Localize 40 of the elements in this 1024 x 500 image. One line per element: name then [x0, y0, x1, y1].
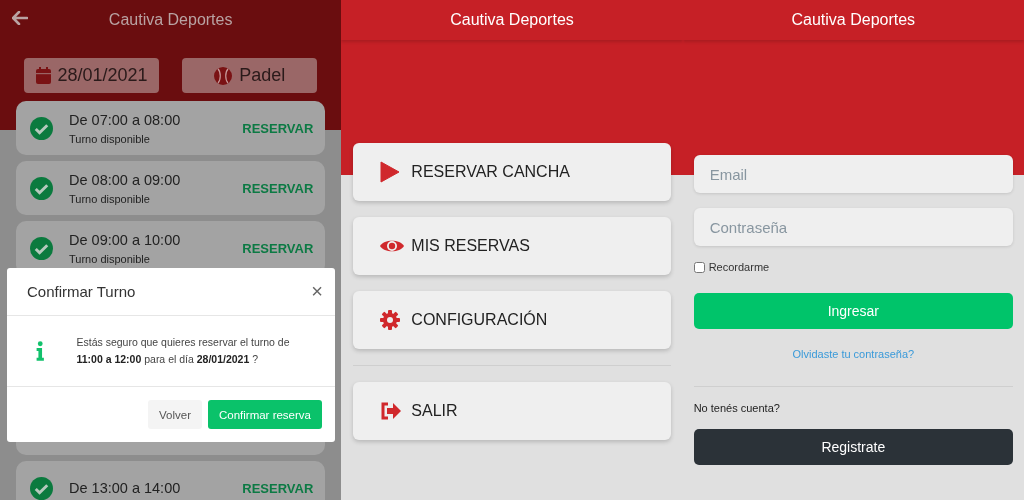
slot-card[interactable]: De 13:00 a 14:00 RESERVAR [16, 461, 326, 500]
signup-prompt: No tenés cuenta? [693, 402, 781, 414]
play-icon [380, 161, 401, 183]
sport-picker[interactable]: Padel [182, 58, 318, 93]
dialog-message: Estás seguro que quieres reservar el turno de 11:00 a 12:00 para el día 28/01/2021 ? [76, 335, 291, 367]
app-title: Cautiva Deportes [791, 11, 916, 29]
back-button[interactable]: Volver [148, 400, 202, 429]
remember-label: Recordarme [708, 261, 770, 273]
slot-card[interactable]: De 07:00 a 08:00 Turno disponible RESERVAR [16, 101, 326, 155]
slot-card[interactable]: De 08:00 a 09:00 Turno disponible RESERVAR [16, 161, 326, 215]
app-title: Cautiva Deportes [108, 11, 233, 29]
check-circle-icon [30, 176, 53, 200]
slot-time: De 07:00 a 08:00 [69, 111, 182, 128]
slot-time: De 08:00 a 09:00 [69, 171, 182, 188]
menu-item[interactable]: MIS RESERVAS [353, 217, 671, 275]
slot-status: Turno disponible [69, 132, 151, 145]
password-field[interactable]: Contraseña [693, 208, 1013, 246]
slot-status: Turno disponible [69, 252, 151, 265]
menu-item[interactable]: SALIR [353, 382, 671, 440]
email-field[interactable]: Email [693, 155, 1013, 193]
date-picker[interactable]: 28/01/2021 [24, 58, 160, 93]
check-circle-icon [30, 476, 53, 500]
back-arrow-icon[interactable] [12, 11, 28, 25]
app-title: Cautiva Deportes [450, 11, 574, 29]
dialog-title: Confirmar Turno [27, 283, 136, 300]
ball-icon [214, 66, 233, 85]
sign-out-icon [380, 402, 402, 420]
slot-time: De 09:00 a 10:00 [69, 231, 182, 248]
eye-icon [380, 238, 405, 254]
menu-item[interactable]: RESERVAR CANCHA [353, 143, 671, 201]
check-circle-icon [30, 236, 53, 260]
calendar-icon [35, 67, 51, 84]
menu-item[interactable]: CONFIGURACIÓN [353, 291, 671, 349]
remember-checkbox[interactable] [693, 261, 705, 273]
slot-time: De 13:00 a 14:00 [69, 480, 182, 496]
slot-status: Turno disponible [69, 192, 151, 205]
close-button[interactable]: × [311, 280, 323, 303]
gear-icon [380, 310, 401, 330]
register-button[interactable]: Registrate [693, 429, 1013, 465]
check-circle-icon [30, 116, 53, 140]
